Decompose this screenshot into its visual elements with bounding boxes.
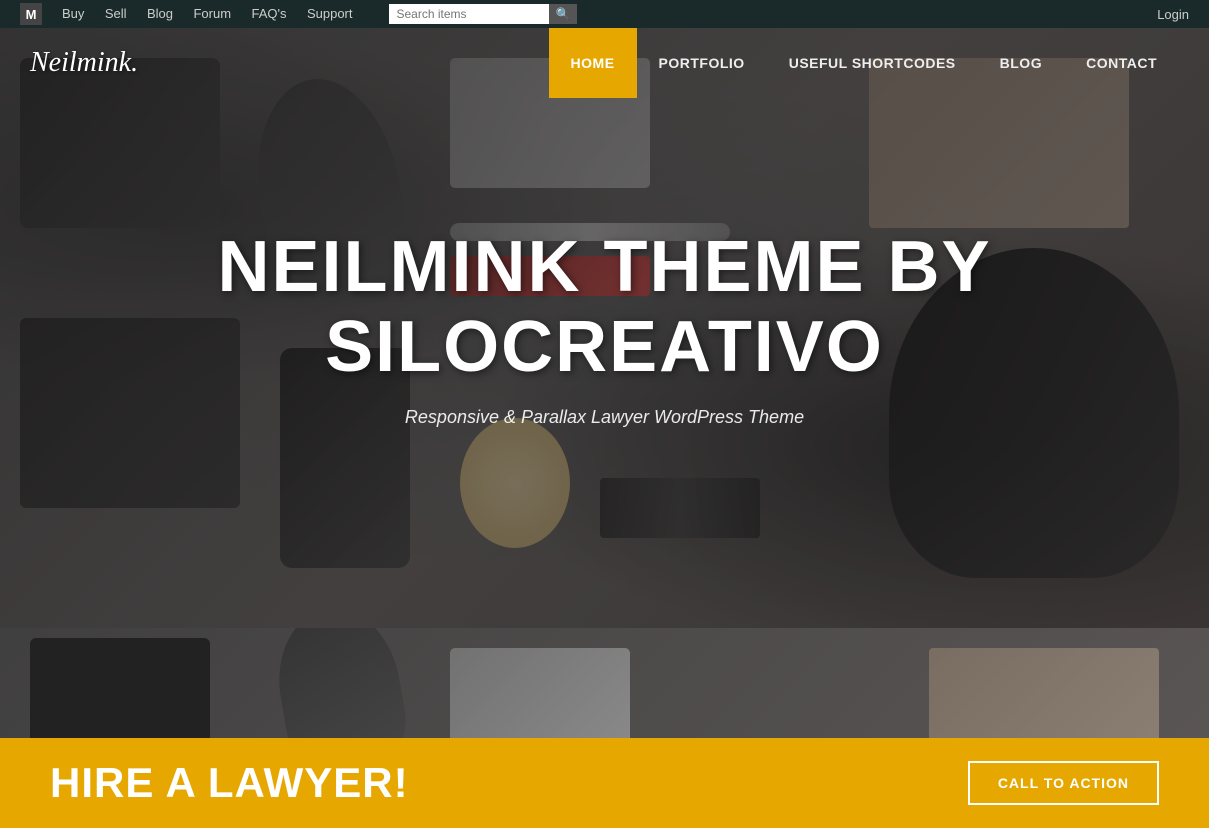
search-input[interactable] (389, 4, 549, 24)
peek-bowtie (450, 648, 630, 738)
nav-support[interactable]: Support (307, 6, 353, 21)
peek-notebook (929, 648, 1159, 738)
cta-bar: HIRE A LAWYER! CALL TO ACTION (0, 738, 1209, 828)
hero-background: NEILMINK THEME BY SILOCREATIVO Responsiv… (0, 28, 1209, 628)
cta-title: HIRE A LAWYER! (50, 759, 409, 807)
top-bar: M Buy Sell Blog Forum FAQ's Support 🔍 Lo… (0, 0, 1209, 28)
site-logo[interactable]: Neilmink. (30, 47, 138, 79)
nav-sell[interactable]: Sell (105, 6, 127, 21)
top-bar-logo-m[interactable]: M (20, 3, 42, 25)
hero-content: NEILMINK THEME BY SILOCREATIVO Responsiv… (0, 28, 1209, 628)
peek-wallet (30, 638, 210, 738)
top-bar-left: M Buy Sell Blog Forum FAQ's Support 🔍 (20, 3, 577, 25)
peek-sunglasses (267, 628, 413, 738)
hero-title: NEILMINK THEME BY SILOCREATIVO (155, 228, 1055, 386)
nav-buy[interactable]: Buy (62, 6, 84, 21)
hero-subtitle: Responsive & Parallax Lawyer WordPress T… (405, 407, 804, 428)
search-button[interactable]: 🔍 (549, 4, 578, 24)
nav-shortcodes[interactable]: USEFUL SHORTCODES (767, 28, 978, 98)
main-nav-links: HOME PORTFOLIO USEFUL SHORTCODES BLOG CO… (549, 28, 1179, 98)
nav-blog[interactable]: BLOG (978, 28, 1064, 98)
search-bar: 🔍 (389, 4, 578, 24)
login-link[interactable]: Login (1157, 7, 1189, 22)
cta-button[interactable]: CALL TO ACTION (968, 761, 1159, 805)
hero-section: Neilmink. HOME PORTFOLIO USEFUL SHORTCOD… (0, 28, 1209, 628)
nav-portfolio[interactable]: PORTFOLIO (637, 28, 767, 98)
nav-contact[interactable]: CONTACT (1064, 28, 1179, 98)
nav-home[interactable]: HOME (549, 28, 637, 98)
top-bar-nav: Buy Sell Blog Forum FAQ's Support (62, 5, 369, 23)
nav-forum[interactable]: Forum (193, 6, 231, 21)
main-nav: Neilmink. HOME PORTFOLIO USEFUL SHORTCOD… (0, 28, 1209, 98)
nav-blog[interactable]: Blog (147, 6, 173, 21)
hero-bottom-peek (0, 628, 1209, 738)
nav-faqs[interactable]: FAQ's (252, 6, 287, 21)
